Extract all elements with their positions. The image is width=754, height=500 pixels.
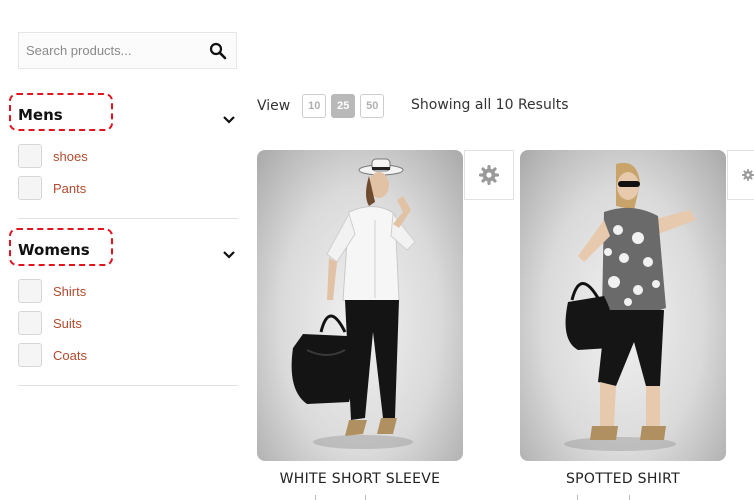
per-page-10[interactable]: 10 [302,94,327,118]
per-page-50[interactable]: 50 [360,94,385,118]
gear-icon [742,168,754,182]
category-mens: Mens shoes Pants [9,93,238,204]
category-header-mens[interactable]: Mens [9,93,238,140]
filter-label[interactable]: Suits [53,316,82,331]
product-name[interactable]: SPOTTED SHIRT [520,471,726,487]
product-image[interactable] [257,150,463,461]
filter-item-suits[interactable]: Suits [18,307,238,339]
checkbox[interactable] [18,311,42,335]
filter-item-pants[interactable]: Pants [18,172,238,204]
fashion-model-spotted-shirt [564,162,696,451]
filter-item-coats[interactable]: Coats [18,339,238,371]
settings-button[interactable] [464,150,514,200]
divider [18,385,238,386]
category-title-mens: Mens [18,106,63,124]
category-header-womens[interactable]: Womens [9,228,238,275]
divider [629,495,630,500]
checkbox[interactable] [18,279,42,303]
per-page-selector: View 10 25 50 [257,94,389,118]
divider [315,495,316,500]
filter-label[interactable]: Coats [53,348,87,363]
divider [365,495,366,500]
filter-item-shoes[interactable]: shoes [18,140,238,172]
category-title-womens: Womens [18,241,90,259]
chevron-down-icon[interactable] [222,112,236,124]
filter-label[interactable]: shoes [53,149,88,164]
checkbox[interactable] [18,144,42,168]
filter-label[interactable]: Pants [53,181,86,196]
product-image[interactable] [520,150,726,461]
divider [577,495,578,500]
search-box [18,32,237,69]
per-page-25[interactable]: 25 [331,94,356,118]
fashion-model-white-shirt [291,158,416,449]
settings-button[interactable] [727,150,754,200]
gear-icon [479,165,499,185]
search-input[interactable] [19,33,199,68]
filter-label[interactable]: Shirts [53,284,86,299]
chevron-down-icon[interactable] [222,247,236,259]
checkbox[interactable] [18,343,42,367]
divider [18,218,238,219]
category-womens: Womens Shirts Suits Coats [9,228,238,371]
view-label: View [257,98,291,114]
checkbox[interactable] [18,176,42,200]
results-count: Showing all 10 Results [411,97,569,113]
filter-item-shirts[interactable]: Shirts [18,275,238,307]
search-icon[interactable] [209,42,227,60]
product-name[interactable]: WHITE SHORT SLEEVE [257,471,463,487]
